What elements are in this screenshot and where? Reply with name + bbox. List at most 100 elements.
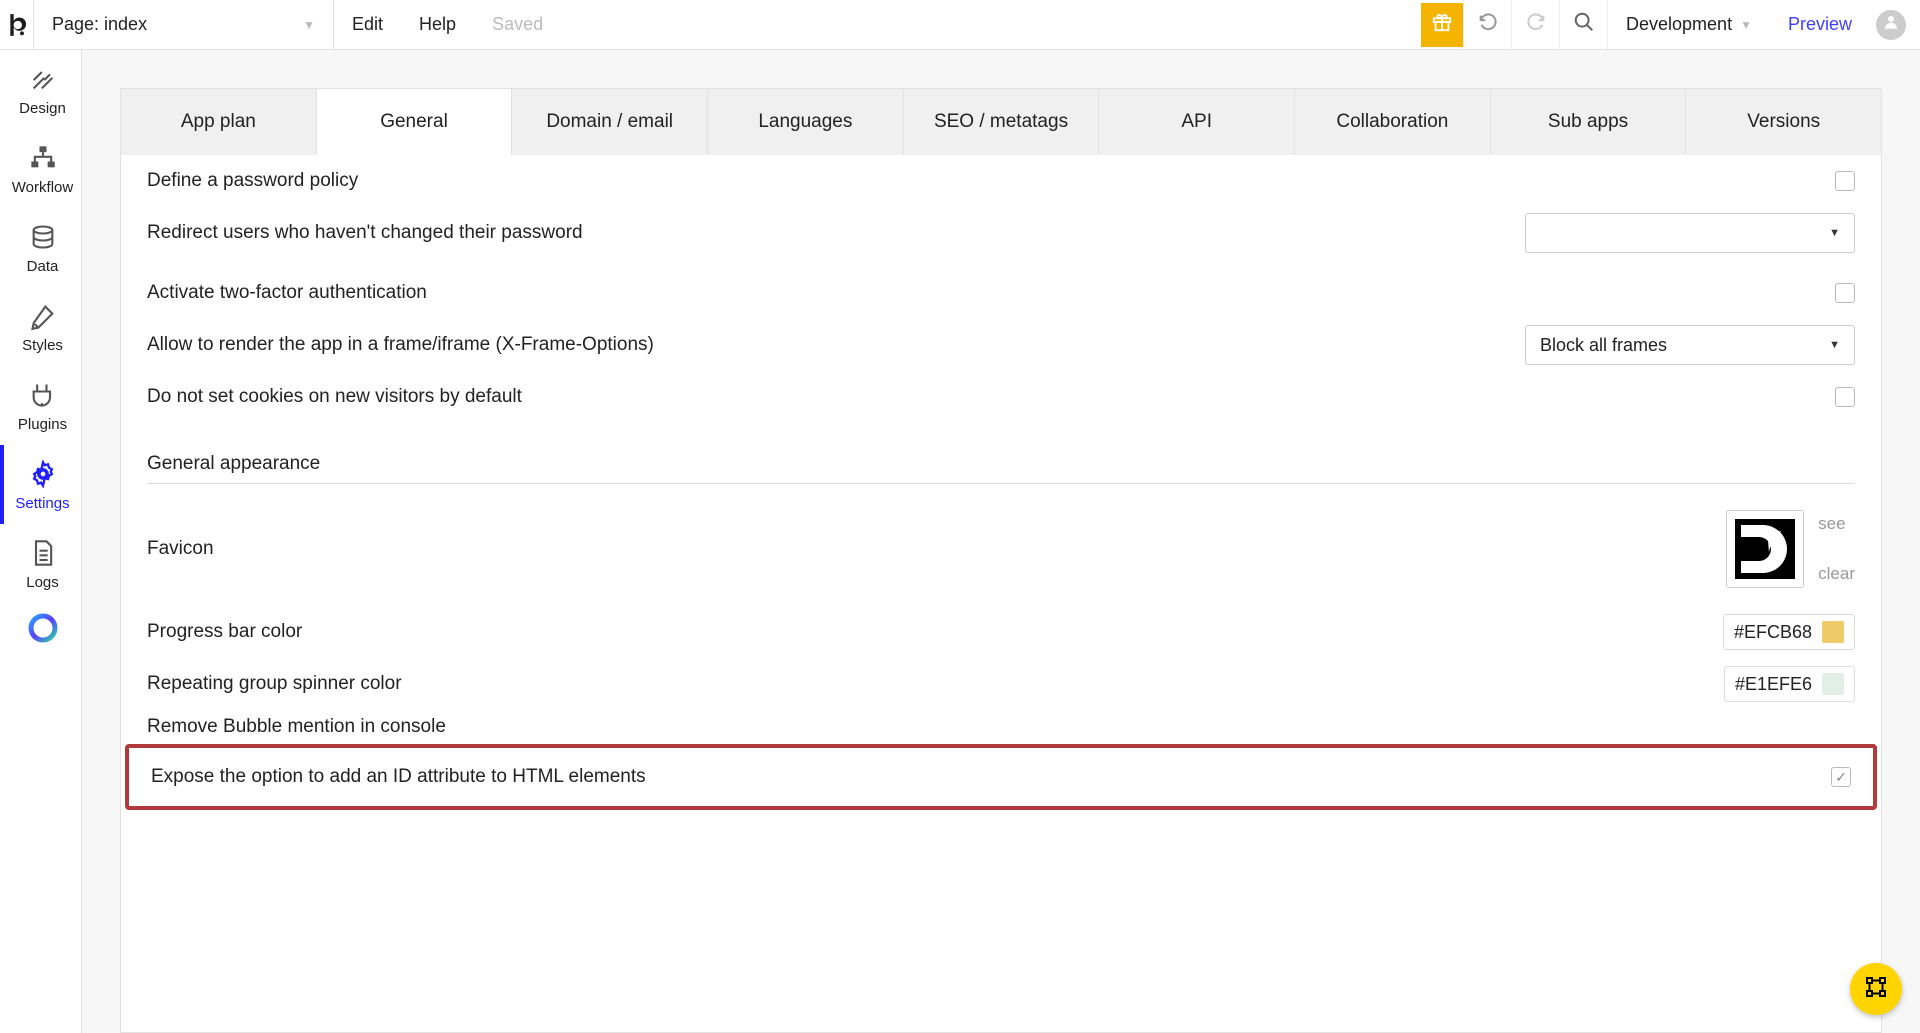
tab-api[interactable]: API xyxy=(1099,88,1295,155)
sidebar-item-label: Workflow xyxy=(12,179,73,196)
select-value: Block all frames xyxy=(1540,335,1667,356)
row-spinner-color: Repeating group spinner color #E1EFE6 xyxy=(147,658,1855,710)
row-favicon: Favicon see clear xyxy=(147,504,1855,606)
gift-icon xyxy=(1431,11,1453,39)
label-progress-bar: Progress bar color xyxy=(147,621,1723,643)
undo-icon xyxy=(1477,11,1499,39)
select-iframe[interactable]: Block all frames ▼ xyxy=(1525,325,1855,365)
redo-icon xyxy=(1525,11,1547,39)
chevron-down-icon: ▼ xyxy=(1740,18,1752,32)
person-icon xyxy=(1882,13,1900,36)
checkbox-no-cookies[interactable] xyxy=(1835,387,1855,407)
logs-icon xyxy=(28,538,58,568)
label-no-cookies: Do not set cookies on new visitors by de… xyxy=(147,386,1835,408)
label-two-factor: Activate two-factor authentication xyxy=(147,282,1835,304)
checkbox-password-policy[interactable] xyxy=(1835,171,1855,191)
label-expose-id: Expose the option to add an ID attribute… xyxy=(151,766,646,788)
chevron-down-icon: ▼ xyxy=(1829,339,1840,351)
env-label: Development xyxy=(1626,14,1732,35)
plugins-icon xyxy=(28,380,58,410)
top-menu: Edit Help Saved xyxy=(334,0,561,49)
tab-app-plan[interactable]: App plan xyxy=(120,88,317,155)
row-remove-bubble: Remove Bubble mention in console xyxy=(147,710,1855,744)
design-icon xyxy=(28,64,58,94)
sidebar-item-label: Logs xyxy=(26,574,59,591)
sidebar-item-label: Design xyxy=(19,100,66,117)
color-picker-spinner[interactable]: #E1EFE6 xyxy=(1724,666,1855,702)
styles-icon xyxy=(28,301,58,331)
fab-button[interactable] xyxy=(1850,963,1902,1015)
favicon-clear-link[interactable]: clear xyxy=(1818,564,1855,584)
row-two-factor: Activate two-factor authentication xyxy=(147,267,1855,319)
select-redirect-users[interactable]: ▼ xyxy=(1525,213,1855,253)
settings-icon xyxy=(28,459,58,489)
tab-collaboration[interactable]: Collaboration xyxy=(1295,88,1491,155)
label-password-policy: Define a password policy xyxy=(147,170,1835,192)
favicon-see-link[interactable]: see xyxy=(1818,514,1855,534)
tab-domain-email[interactable]: Domain / email xyxy=(512,88,708,155)
data-icon xyxy=(28,222,58,252)
tab-seo-metatags[interactable]: SEO / metatags xyxy=(904,88,1100,155)
sidebar-item-data[interactable]: Data xyxy=(0,208,81,287)
sidebar-item-design[interactable]: Design xyxy=(0,50,81,129)
sidebar-item-label: Settings xyxy=(15,495,69,512)
menu-edit[interactable]: Edit xyxy=(334,0,401,49)
section-header-appearance: General appearance xyxy=(147,423,1855,484)
sidebar-item-workflow[interactable]: Workflow xyxy=(0,129,81,208)
topbar: Page: index ▼ Edit Help Saved xyxy=(0,0,1920,50)
sidebar-item-label: Data xyxy=(27,258,59,275)
label-redirect-users: Redirect users who haven't changed their… xyxy=(147,222,1525,244)
save-status: Saved xyxy=(474,0,561,49)
checkbox-expose-id[interactable] xyxy=(1831,767,1851,787)
tab-general[interactable]: General xyxy=(317,88,513,155)
sidebar: Design Workflow Data Styles Plugins Sett… xyxy=(0,50,82,1033)
row-redirect-users: Redirect users who haven't changed their… xyxy=(147,207,1855,259)
menu-help[interactable]: Help xyxy=(401,0,474,49)
bubble-logo[interactable] xyxy=(0,0,34,50)
main: App plan General Domain / email Language… xyxy=(82,50,1920,1033)
chevron-down-icon: ▼ xyxy=(1829,227,1840,239)
undo-button[interactable] xyxy=(1463,0,1511,50)
workflow-icon xyxy=(28,143,58,173)
tab-languages[interactable]: Languages xyxy=(708,88,904,155)
sidebar-item-plugins[interactable]: Plugins xyxy=(0,366,81,445)
checkbox-two-factor[interactable] xyxy=(1835,283,1855,303)
color-value: #EFCB68 xyxy=(1734,622,1812,643)
search-button[interactable] xyxy=(1559,0,1607,50)
page-label: Page: index xyxy=(52,14,147,35)
label-iframe: Allow to render the app in a frame/ifram… xyxy=(147,334,1525,356)
row-expose-id-highlighted: Expose the option to add an ID attribute… xyxy=(125,744,1877,810)
label-favicon: Favicon xyxy=(147,538,214,560)
color-swatch xyxy=(1822,621,1844,643)
tab-sub-apps[interactable]: Sub apps xyxy=(1491,88,1687,155)
settings-tabs: App plan General Domain / email Language… xyxy=(120,88,1882,155)
row-progress-bar-color: Progress bar color #EFCB68 xyxy=(147,606,1855,658)
favicon-preview[interactable] xyxy=(1726,510,1804,588)
row-password-policy: Define a password policy xyxy=(147,155,1855,207)
page-selector[interactable]: Page: index ▼ xyxy=(34,0,334,49)
search-icon xyxy=(1573,11,1595,39)
color-picker-progress-bar[interactable]: #EFCB68 xyxy=(1723,614,1855,650)
gift-button[interactable] xyxy=(1421,3,1463,47)
sidebar-item-logs[interactable]: Logs xyxy=(0,524,81,603)
sidebar-item-styles[interactable]: Styles xyxy=(0,287,81,366)
settings-content: Define a password policy Redirect users … xyxy=(120,155,1882,1033)
color-swatch xyxy=(1822,673,1844,695)
help-circle-icon xyxy=(28,613,58,643)
row-no-cookies: Do not set cookies on new visitors by de… xyxy=(147,371,1855,423)
preview-link[interactable]: Preview xyxy=(1770,0,1870,49)
tab-versions[interactable]: Versions xyxy=(1686,88,1882,155)
environment-selector[interactable]: Development ▼ xyxy=(1607,0,1770,49)
sidebar-item-settings[interactable]: Settings xyxy=(0,445,81,524)
chevron-down-icon: ▼ xyxy=(303,18,315,32)
sidebar-item-help[interactable] xyxy=(0,603,81,655)
sidebar-item-label: Plugins xyxy=(18,416,67,433)
nodes-icon xyxy=(1864,975,1888,1004)
color-value: #E1EFE6 xyxy=(1735,674,1812,695)
row-iframe: Allow to render the app in a frame/ifram… xyxy=(147,319,1855,371)
sidebar-item-label: Styles xyxy=(22,337,63,354)
redo-button[interactable] xyxy=(1511,0,1559,50)
label-spinner: Repeating group spinner color xyxy=(147,673,1724,695)
label-remove-bubble: Remove Bubble mention in console xyxy=(147,716,1855,738)
user-avatar[interactable] xyxy=(1876,10,1906,40)
